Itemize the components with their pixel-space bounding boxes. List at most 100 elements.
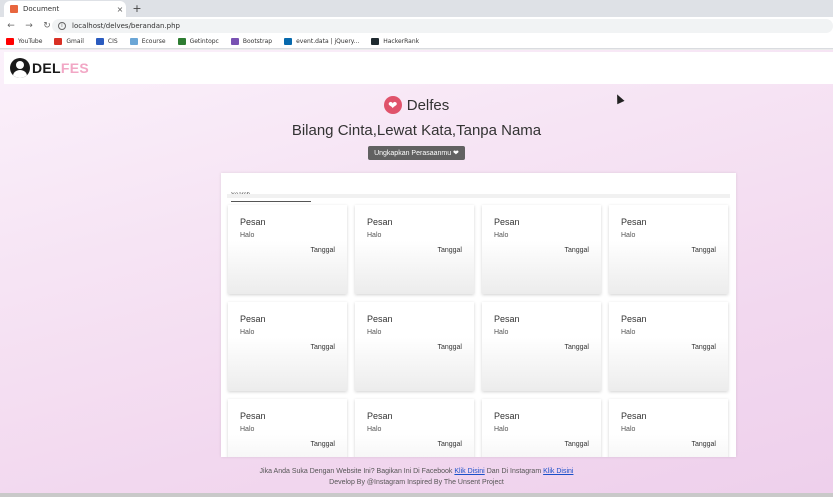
card-date: Tanggal xyxy=(310,247,335,254)
footer-share-middle: Dan Di Instagram xyxy=(486,468,542,475)
message-card[interactable]: Pesan Halo Tanggal xyxy=(609,302,728,391)
bookmark-label: Getintopc xyxy=(189,38,219,45)
tab-title: Document xyxy=(23,5,60,13)
facebook-share-link[interactable]: Klik Disini xyxy=(454,468,484,475)
tab-strip: Document × + xyxy=(0,0,833,17)
bookmark-label: HackerRank xyxy=(383,38,420,45)
card-message: Halo xyxy=(240,426,255,433)
card-title: Pesan xyxy=(621,411,647,421)
card-message: Halo xyxy=(367,426,382,433)
search-wrap xyxy=(231,181,311,202)
page-footer: Jika Anda Suka Dengan Website Ini? Bagik… xyxy=(0,466,833,488)
card-date: Tanggal xyxy=(437,441,462,448)
jquery-icon xyxy=(284,38,293,45)
card-message: Halo xyxy=(621,232,636,239)
card-date: Tanggal xyxy=(691,441,716,448)
heart-icon: ❤ xyxy=(383,96,402,114)
hero-tagline: Bilang Cinta,Lewat Kata,Tanpa Nama xyxy=(291,122,542,139)
card-title: Pesan xyxy=(494,217,520,227)
user-avatar-icon[interactable] xyxy=(10,58,30,78)
hero-logo-name: Delfes xyxy=(406,96,450,114)
footer-credit: Develop By @Instagram Inspired By The Un… xyxy=(329,479,504,486)
bookmark-item[interactable]: Ecourse xyxy=(129,38,166,45)
card-title: Pesan xyxy=(367,411,393,421)
info-icon[interactable]: i xyxy=(58,22,66,30)
divider xyxy=(227,194,730,198)
message-card[interactable]: Pesan Halo Tanggal xyxy=(355,205,474,294)
site-navbar: DELFES xyxy=(4,52,833,84)
card-message: Halo xyxy=(494,426,509,433)
message-card[interactable]: Pesan Halo Tanggal xyxy=(228,205,347,294)
hackerrank-icon xyxy=(371,38,380,45)
tab-document[interactable]: Document × xyxy=(4,1,126,17)
card-title: Pesan xyxy=(240,411,266,421)
card-date: Tanggal xyxy=(691,247,716,254)
site-brand[interactable]: DELFES xyxy=(32,60,89,76)
card-message: Halo xyxy=(367,232,382,239)
forward-icon[interactable]: → xyxy=(22,19,36,33)
message-card[interactable]: Pesan Halo Tanggal xyxy=(609,399,728,457)
page-viewport: DELFES ❤ Delfes Bilang Cinta,Lewat Kata,… xyxy=(0,50,833,493)
bookmark-label: Bootstrap xyxy=(242,38,273,45)
back-icon[interactable]: ← xyxy=(4,19,18,33)
card-date: Tanggal xyxy=(310,441,335,448)
new-tab-button[interactable]: + xyxy=(130,1,144,15)
youtube-icon xyxy=(6,38,14,45)
card-title: Pesan xyxy=(494,411,520,421)
bookmark-label: event.data | jQuery... xyxy=(296,38,360,45)
card-message: Halo xyxy=(621,426,636,433)
bookmark-label: YouTube xyxy=(18,38,43,45)
browser-toolbar: ← → ↻ i localhost/delves/berandan.php xyxy=(0,17,833,35)
message-card[interactable]: Pesan Halo Tanggal xyxy=(355,302,474,391)
url-text: localhost/delves/berandan.php xyxy=(72,22,181,30)
card-date: Tanggal xyxy=(564,441,589,448)
card-title: Pesan xyxy=(240,314,266,324)
message-card[interactable]: Pesan Halo Tanggal xyxy=(355,399,474,457)
getintopc-icon xyxy=(177,38,186,45)
express-feelings-button[interactable]: Ungkapkan Perasaanmu ❤ xyxy=(368,146,465,160)
footer-share-line: Jika Anda Suka Dengan Website Ini? Bagik… xyxy=(0,466,833,477)
card-date: Tanggal xyxy=(437,344,462,351)
card-title: Pesan xyxy=(367,217,393,227)
bookmark-label: Ecourse xyxy=(141,38,166,45)
gmail-icon xyxy=(54,38,63,45)
bookmark-item[interactable]: Bootstrap xyxy=(230,38,273,45)
card-message: Halo xyxy=(494,232,509,239)
card-date: Tanggal xyxy=(564,247,589,254)
bookmark-item[interactable]: Gmail xyxy=(54,38,84,45)
card-date: Tanggal xyxy=(437,247,462,254)
message-card[interactable]: Pesan Halo Tanggal xyxy=(228,399,347,457)
close-tab-icon[interactable]: × xyxy=(114,5,126,14)
message-card[interactable]: Pesan Halo Tanggal xyxy=(482,399,601,457)
bookmark-item[interactable]: YouTube xyxy=(6,38,42,45)
card-message: Halo xyxy=(240,329,255,336)
card-title: Pesan xyxy=(494,314,520,324)
hero-logo: ❤ Delfes xyxy=(0,94,833,116)
message-card[interactable]: Pesan Halo Tanggal xyxy=(609,205,728,294)
card-message: Halo xyxy=(240,232,255,239)
card-title: Pesan xyxy=(240,217,266,227)
brand-part-fes: FES xyxy=(60,60,90,76)
card-date: Tanggal xyxy=(691,344,716,351)
card-title: Pesan xyxy=(621,314,647,324)
card-message: Halo xyxy=(367,329,382,336)
bookmark-item[interactable]: CIS xyxy=(95,38,118,45)
bookmark-item[interactable]: HackerRank xyxy=(371,38,419,45)
document-favicon-icon xyxy=(10,5,18,13)
message-card[interactable]: Pesan Halo Tanggal xyxy=(482,302,601,391)
bookmark-item[interactable]: Getintopc xyxy=(177,38,219,45)
address-bar[interactable]: i localhost/delves/berandan.php xyxy=(52,19,833,33)
bookmark-item[interactable]: event.data | jQuery... xyxy=(284,38,359,45)
card-title: Pesan xyxy=(621,217,647,227)
brand-part-del: DEL xyxy=(32,60,61,76)
bookmarks-bar: YouTube Gmail CIS Ecourse Getintopc Bootstrap… xyxy=(0,35,833,49)
card-message: Halo xyxy=(494,329,509,336)
message-card[interactable]: Pesan Halo Tanggal xyxy=(482,205,601,294)
card-message: Halo xyxy=(621,329,636,336)
message-card[interactable]: Pesan Halo Tanggal xyxy=(228,302,347,391)
instagram-share-link[interactable]: Klik Disini xyxy=(543,468,573,475)
message-grid: Pesan Halo Tanggal Pesan Halo Tanggal Pesan Hal… xyxy=(228,205,731,457)
card-title: Pesan xyxy=(367,314,393,324)
bootstrap-icon xyxy=(230,38,239,45)
card-date: Tanggal xyxy=(564,344,589,351)
